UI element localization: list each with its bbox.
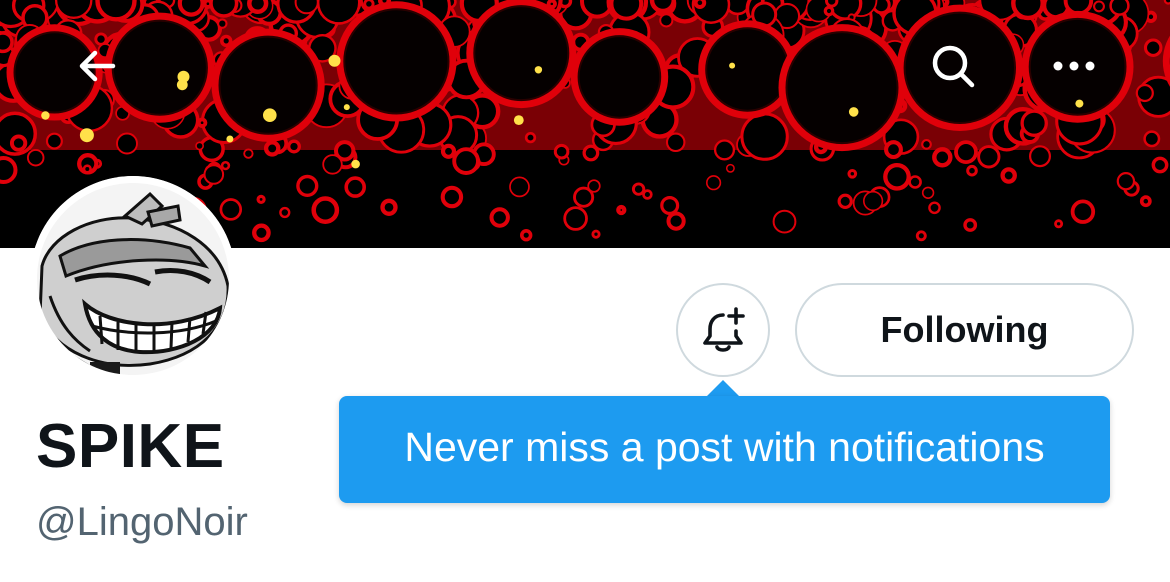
back-button[interactable] <box>69 38 125 94</box>
bell-plus-icon <box>703 307 745 352</box>
notifications-tooltip[interactable]: Never miss a post with notifications <box>339 396 1110 503</box>
user-handle: @LingoNoir <box>36 500 248 544</box>
search-icon <box>932 45 975 88</box>
arrow-left-icon <box>79 50 116 82</box>
following-label: Following <box>880 309 1049 350</box>
more-options-button[interactable] <box>1046 38 1102 94</box>
tooltip-arrow <box>706 380 740 397</box>
tooltip-text: Never miss a post with notifications <box>404 424 1045 470</box>
avatar-image <box>30 176 236 382</box>
avatar[interactable] <box>30 176 236 382</box>
search-button[interactable] <box>925 38 981 94</box>
profile-screen: Following Never miss a post with notific… <box>0 0 1170 582</box>
notifications-button[interactable] <box>676 283 770 377</box>
display-name: SPIKE <box>36 412 225 481</box>
following-button[interactable]: Following <box>795 283 1134 377</box>
more-horizontal-icon <box>1053 61 1095 71</box>
